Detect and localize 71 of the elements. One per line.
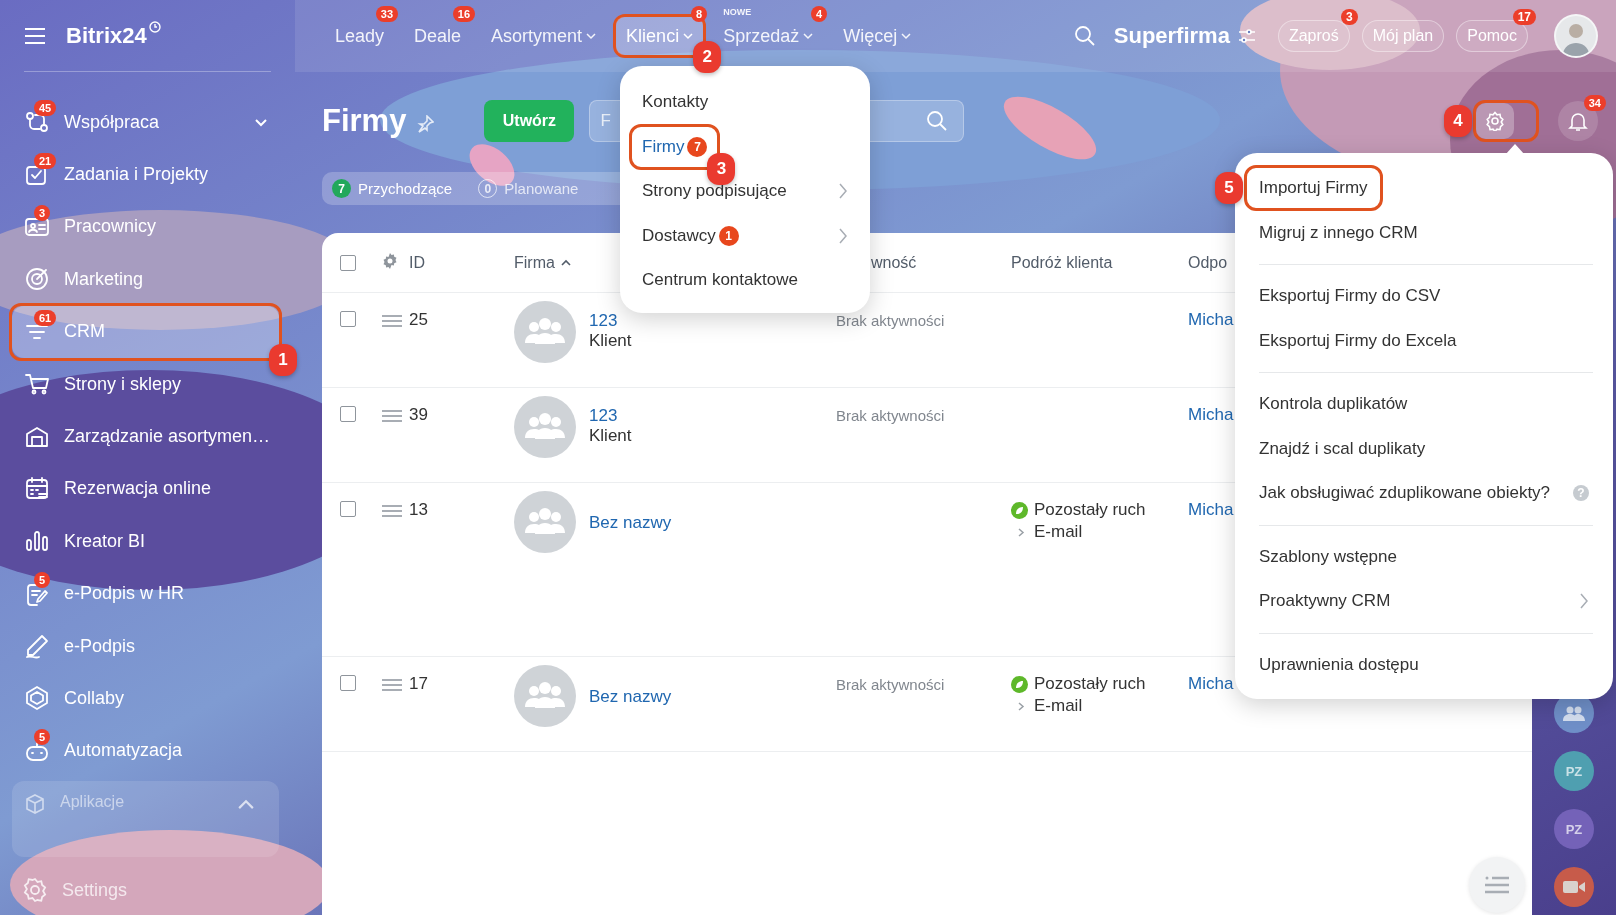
sidebar-item[interactable]: Kreator BI [12, 515, 279, 568]
sidebar-item[interactable]: 5 e-Podpis w HR [12, 567, 279, 620]
id-cell-text: 17 [409, 673, 429, 694]
step-marker: 3 [707, 152, 736, 185]
company-link[interactable]: Bez nazwy [589, 513, 672, 533]
menu-item[interactable]: Dostawcy 1 [620, 213, 870, 258]
menu-item[interactable]: Eksportuj Firmy do Excela [1235, 318, 1613, 363]
journey-stage: Pozostały ruch [1034, 500, 1146, 520]
sidebar-item-label: Marketing [64, 268, 144, 290]
journey-channel: E-mail [1034, 522, 1083, 542]
sidebar-item-label: Collaby [64, 688, 125, 709]
sidebar-item-label: Współpraca [64, 111, 160, 133]
menu-item[interactable]: Migruj z innego CRM [1235, 210, 1613, 255]
company-link[interactable]: 123 [589, 311, 632, 331]
activity-status: Brak aktywności [836, 311, 946, 329]
column-header[interactable]: wność [871, 253, 1011, 272]
apps-label: Aplikacje [60, 793, 125, 812]
page-title: Firmy [322, 103, 407, 139]
sidebar-item-label: CRM [64, 321, 105, 343]
count-badge: 7 [687, 136, 708, 157]
menu-item[interactable]: Centrum kontaktowe [620, 258, 870, 303]
id-cell-text: 25 [409, 309, 429, 330]
menu-item[interactable]: Jak obsługiwać zduplikowane obiekty? ? [1235, 471, 1613, 516]
sidebar-item-label: Kreator BI [64, 530, 146, 552]
sidebar-item[interactable]: 61 CRM [12, 305, 279, 358]
sidebar-item[interactable]: 45 Współpraca [12, 96, 279, 149]
activity-status: Brak aktywności [836, 675, 946, 693]
new-tag: NOWE [723, 7, 752, 17]
company-link[interactable]: 123 [589, 406, 632, 426]
menu-item[interactable]: Importuj Firmy [1247, 168, 1380, 208]
settings-label: Settings [62, 879, 128, 901]
sidebar-item[interactable]: 3 Pracownicy [12, 200, 279, 254]
company-name: Superfirma [1113, 23, 1230, 49]
column-header[interactable]: Podróż klienta [1011, 253, 1188, 272]
id-cell-text: 13 [409, 499, 429, 520]
sidebar-item-label: e-Podpis w HR [64, 583, 185, 605]
menu-item[interactable]: Uprawnienia dostępu [1235, 642, 1613, 687]
menu-item[interactable]: Proaktywny CRM [1235, 579, 1613, 624]
menu-item[interactable]: Firmy 7 [632, 126, 718, 167]
sidebar-item-label: Automatyzacja [64, 740, 183, 762]
sidebar-item-label: Zarządzanie asortymen… [64, 426, 271, 448]
menu-item[interactable]: Eksportuj Firmy do CSV [1235, 274, 1613, 319]
company-type: Klient [589, 331, 632, 351]
step-marker: 4 [1444, 105, 1472, 137]
company-type: Klient [589, 426, 632, 446]
menu-item[interactable]: Kontrola duplikatów [1235, 382, 1613, 427]
menu-item[interactable]: Znajdź i scal duplikaty [1235, 426, 1613, 471]
sidebar-item[interactable]: 5 Automatyzacja [12, 724, 279, 778]
count-badge: 1 [718, 225, 739, 246]
count-badge: 3 [1341, 9, 1358, 25]
sidebar-item-label: Rezerwacja online [64, 478, 212, 500]
sidebar-item[interactable]: Rezerwacja online [12, 462, 279, 516]
id-cell-text: 39 [409, 404, 429, 425]
journey-channel: E-mail [1034, 696, 1083, 716]
company-link[interactable]: Bez nazwy [589, 687, 672, 707]
menu-item[interactable]: Kontakty [620, 80, 870, 125]
counter-filter[interactable]: 7 Przychodzące [332, 179, 453, 198]
step-marker: 5 [1215, 172, 1243, 204]
menu-item[interactable]: Szablony wstępne [1235, 534, 1613, 579]
sidebar-item[interactable]: 21 Zadania i Projekty [12, 148, 279, 201]
sidebar-item-label: Strony i sklepy [64, 373, 182, 395]
sidebar-item-label: Pracownicy [64, 216, 157, 238]
sidebar-item-label: e-Podpis [64, 635, 136, 657]
step-marker: 2 [693, 41, 722, 73]
logo[interactable]: Bitrix24 [66, 22, 147, 49]
journey-stage: Pozostały ruch [1034, 674, 1146, 694]
sidebar-item[interactable]: Zarządzanie asortymen… [12, 410, 279, 463]
activity-status: Brak aktywności [836, 406, 946, 424]
column-header[interactable]: ID [409, 253, 514, 272]
sidebar-item-label: Zadania i Projekty [64, 164, 209, 186]
count-badge: 45 [34, 100, 57, 117]
